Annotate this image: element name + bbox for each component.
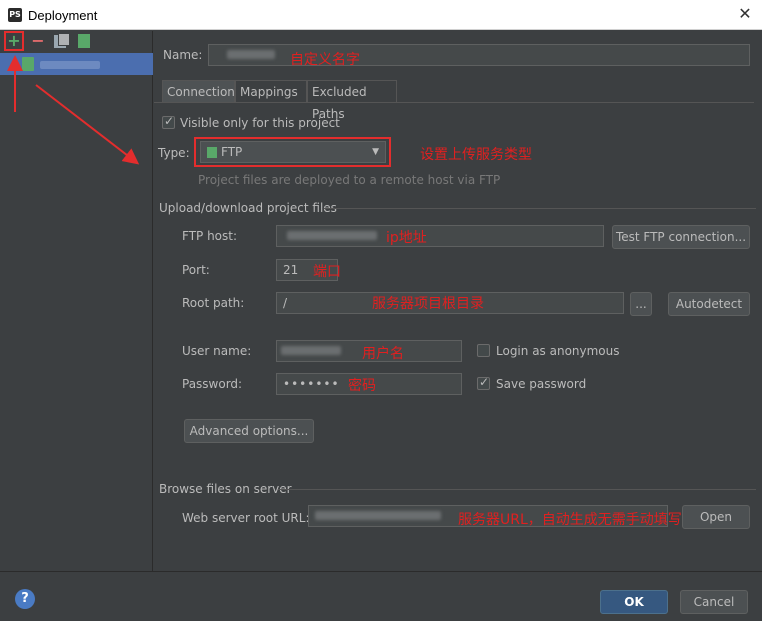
tab-mappings[interactable]: Mappings bbox=[235, 80, 307, 102]
name-annotation: 自定义名字 bbox=[290, 52, 360, 68]
ftp-type-icon bbox=[207, 147, 217, 158]
url-annotation: 服务器URL，自动生成无需手动填写 bbox=[458, 512, 682, 528]
window-title: Deployment bbox=[28, 8, 98, 23]
type-value: FTP bbox=[221, 145, 243, 159]
use-as-default-icon[interactable] bbox=[78, 34, 90, 48]
user-annotation: 用户名 bbox=[362, 346, 404, 362]
test-connection-button[interactable]: Test FTP connection... bbox=[612, 225, 750, 249]
autodetect-button[interactable]: Autodetect bbox=[668, 292, 750, 316]
type-label: Type: bbox=[158, 146, 190, 160]
advanced-options-button[interactable]: Advanced options... bbox=[184, 419, 314, 443]
tab-connection[interactable]: Connection bbox=[162, 80, 235, 102]
help-icon[interactable]: ? bbox=[15, 589, 35, 609]
server-list-panel: + − bbox=[0, 31, 153, 571]
server-config-panel: Name: 自定义名字 Connection Mappings Excluded… bbox=[154, 31, 762, 571]
tab-excluded-paths[interactable]: Excluded Paths bbox=[307, 80, 397, 121]
remove-server-button[interactable]: − bbox=[30, 33, 46, 49]
upload-section-title: Upload/download project files bbox=[159, 201, 337, 215]
ok-button[interactable]: OK bbox=[600, 590, 668, 614]
url-redacted bbox=[315, 511, 441, 520]
server-toolbar: + − bbox=[0, 31, 153, 53]
browse-section-title: Browse files on server bbox=[159, 482, 292, 496]
save-password-label: Save password bbox=[496, 377, 587, 391]
section-divider bbox=[324, 208, 756, 209]
anonymous-checkbox[interactable] bbox=[477, 344, 490, 357]
anonymous-label: Login as anonymous bbox=[496, 344, 620, 358]
save-password-checkbox[interactable] bbox=[477, 375, 490, 390]
type-note: Project files are deployed to a remote h… bbox=[198, 173, 501, 187]
type-select[interactable]: FTP ▼ bbox=[200, 141, 386, 163]
host-annotation: ip地址 bbox=[386, 230, 427, 246]
server-list-item[interactable] bbox=[0, 53, 153, 75]
dialog-footer: ? OK Cancel bbox=[0, 571, 762, 621]
type-annotation: 设置上传服务类型 bbox=[420, 147, 532, 163]
title-bar: PS Deployment ✕ bbox=[0, 0, 762, 30]
name-label: Name: bbox=[163, 48, 203, 62]
host-redacted bbox=[287, 231, 377, 240]
copy-front-icon bbox=[58, 33, 70, 46]
name-redacted bbox=[227, 50, 275, 59]
open-button[interactable]: Open bbox=[682, 505, 750, 529]
port-annotation: 端口 bbox=[313, 264, 341, 280]
server-name-redacted bbox=[40, 61, 100, 69]
visible-only-label: Visible only for this project bbox=[180, 116, 340, 130]
visible-only-checkbox[interactable] bbox=[162, 114, 175, 129]
user-name-label: User name: bbox=[182, 344, 252, 358]
browse-section-divider bbox=[278, 489, 756, 490]
ftp-server-icon bbox=[22, 57, 34, 71]
ftp-host-label: FTP host: bbox=[182, 229, 238, 243]
add-server-button[interactable]: + bbox=[4, 31, 24, 51]
password-annotation: 密码 bbox=[348, 378, 376, 394]
user-redacted bbox=[281, 346, 341, 355]
root-path-label: Root path: bbox=[182, 296, 245, 310]
web-root-label: Web server root URL: bbox=[182, 511, 310, 525]
password-label: Password: bbox=[182, 377, 243, 391]
chevron-down-icon: ▼ bbox=[372, 147, 379, 157]
root-annotation: 服务器项目根目录 bbox=[372, 296, 484, 312]
cancel-button[interactable]: Cancel bbox=[680, 590, 748, 614]
app-icon: PS bbox=[8, 8, 22, 22]
ftp-host-input[interactable] bbox=[276, 225, 604, 247]
close-icon[interactable]: ✕ bbox=[736, 5, 754, 23]
port-label: Port: bbox=[182, 263, 210, 277]
tab-divider bbox=[154, 102, 754, 103]
browse-root-button[interactable]: ... bbox=[630, 292, 652, 316]
